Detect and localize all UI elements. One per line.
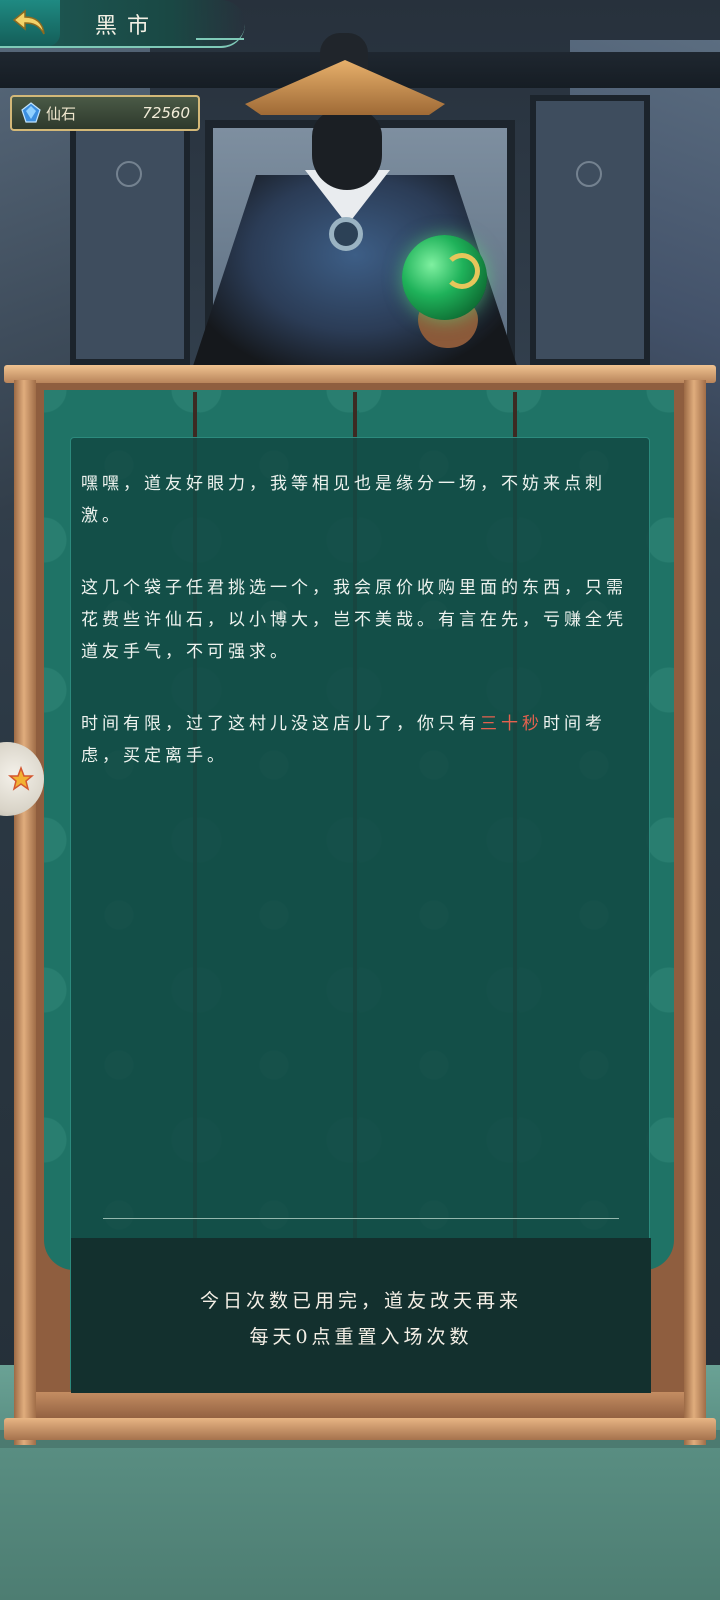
black-market-screen: 黑市 仙石 72560 嘿嘿，道友好眼力，我等相见也是缘分一场，不妨来点刺激。 …	[0, 0, 720, 1600]
green-orb	[402, 235, 487, 320]
header-bar: 黑市	[0, 0, 245, 48]
divider	[103, 1218, 619, 1219]
attempts-used-message: 今日次数已用完，道友改天再来	[199, 1290, 522, 1312]
currency-display: 仙石 72560	[10, 95, 200, 131]
time-limit-highlight: 三十秒	[480, 714, 543, 734]
currency-amount: 72560	[142, 104, 190, 122]
cabinet-post-right	[684, 380, 706, 1445]
merchant-clasp	[329, 217, 363, 251]
back-arrow-icon	[12, 9, 45, 35]
background-door-right	[530, 95, 650, 365]
dialogue-paragraph-3-start: 时间有限，过了这村儿没这店儿了，你只有	[81, 714, 480, 734]
star-icon	[8, 766, 34, 791]
merchant-masked-face	[312, 110, 382, 190]
status-area: 今日次数已用完，道友改天再来 每天0点重置入场次数	[71, 1238, 651, 1393]
dialogue-paragraph-2: 这几个袋子任君挑选一个，我会原价收购里面的东西，只需花费些许仙石，以小博大，岂不…	[81, 578, 627, 662]
background-door-left	[70, 95, 190, 365]
spirit-stone-icon	[21, 102, 41, 123]
page-title: 黑市	[95, 14, 160, 39]
cabinet-base	[4, 1418, 716, 1440]
back-button[interactable]	[0, 0, 60, 46]
reset-info-message: 每天0点重置入场次数	[249, 1326, 473, 1348]
merchant-character	[190, 15, 530, 375]
merchant-dialogue: 嘿嘿，道友好眼力，我等相见也是缘分一场，不妨来点刺激。 这几个袋子任君挑选一个，…	[81, 468, 641, 812]
header-decoration	[196, 38, 244, 44]
dialogue-paragraph-3: 时间有限，过了这村儿没这店儿了，你只有三十秒时间考虑，买定离手。	[81, 708, 641, 772]
dialogue-panel: 嘿嘿，道友好眼力，我等相见也是缘分一场，不妨来点刺激。 这几个袋子任君挑选一个，…	[70, 437, 651, 1393]
cabinet-shelf	[36, 1392, 684, 1420]
merchant-hat	[245, 60, 445, 115]
cabinet-post-left	[14, 380, 36, 1445]
currency-label: 仙石	[46, 104, 77, 123]
dialogue-paragraph-1: 嘿嘿，道友好眼力，我等相见也是缘分一场，不妨来点刺激。	[81, 474, 606, 526]
cabinet-top-rail	[4, 365, 716, 383]
